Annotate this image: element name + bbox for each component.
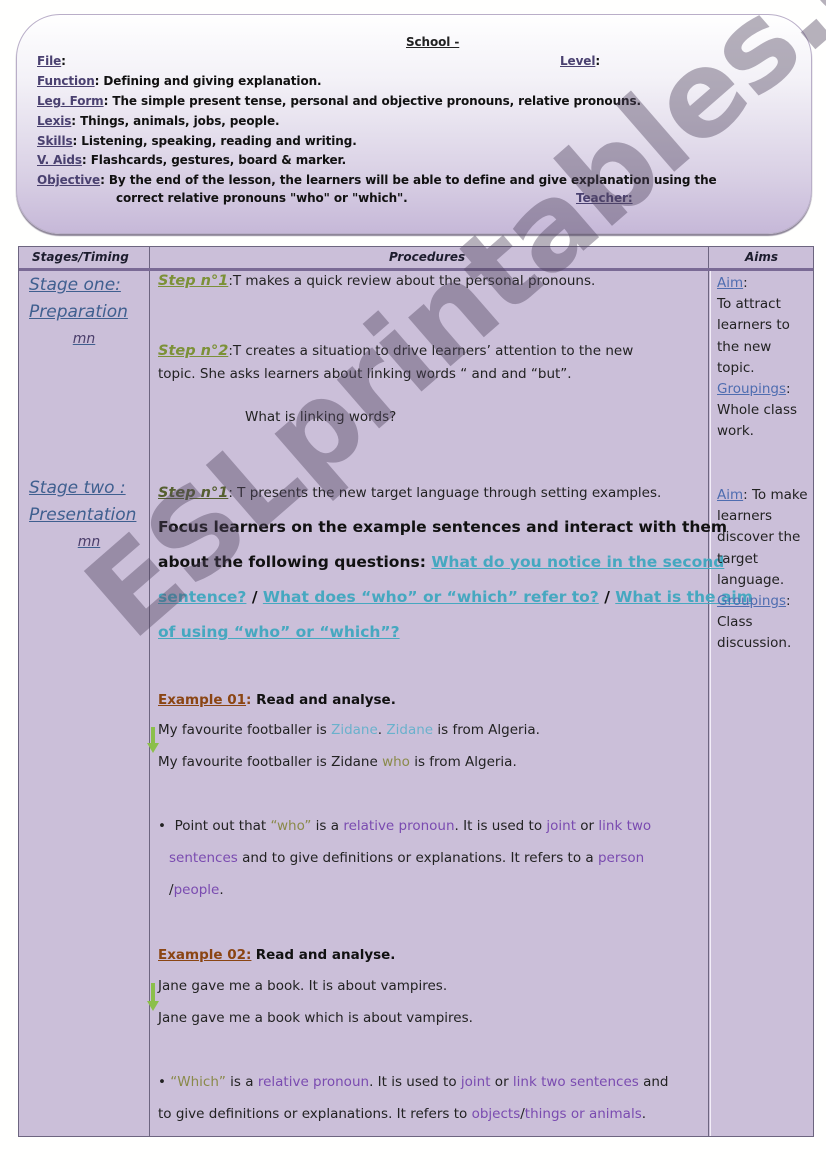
grouping-text: Whole class work. (717, 402, 798, 440)
example-01-sentence2: My favourite footballer is Zidane who is… (158, 754, 517, 770)
example-02-note: • “Which” is a relative pronoun. It is u… (158, 1074, 669, 1090)
example-01-sentence1: My favourite footballer is Zidane. Zidan… (158, 722, 540, 738)
example-label: Example 02: (158, 947, 252, 963)
teacher-label: Teacher: (576, 191, 633, 205)
lexis-value: Things, animals, jobs, people. (80, 114, 280, 128)
aim-label: Aim (717, 487, 744, 503)
leg-form-label: Leg. Form (37, 94, 104, 108)
step-text: : T presents the new target language thr… (228, 485, 662, 501)
function-row: Function: Defining and giving explanatio… (37, 74, 322, 88)
question-link[interactable]: of using “who” or “which”? (158, 623, 400, 641)
example-02-sentence2: Jane gave me a book which is about vampi… (158, 1010, 473, 1026)
bullet: • (158, 818, 166, 834)
stage1-step2-line2: topic. She asks learners about linking w… (158, 366, 572, 382)
lexis-label: Lexis (37, 114, 72, 128)
leg-form-value: The simple present tense, personal and o… (112, 94, 641, 108)
linking-words-question: What is linking words? (245, 409, 397, 425)
skills-row: Skills: Listening, speaking, reading and… (37, 134, 357, 148)
function-value: Defining and giving explanation. (103, 74, 322, 88)
v-aids-label: V. Aids (37, 153, 82, 167)
stage2-step1: Step n°1: T presents the new target lang… (158, 485, 661, 501)
question-link[interactable]: What does “who” or “which” refer to? (263, 588, 599, 606)
level-row: Level: (560, 54, 601, 68)
objective-line2: correct relative pronouns "who" or "whic… (116, 191, 408, 205)
column-header-aims: Aims (745, 250, 779, 264)
header-row-divider (19, 268, 813, 271)
skills-value: Listening, speaking, reading and writing… (81, 134, 357, 148)
v-aids-row: V. Aids: Flashcards, gestures, board & m… (37, 153, 347, 167)
stage-timing: mn (77, 534, 101, 550)
step-text: :T makes a quick review about the person… (228, 273, 596, 289)
focus-instruction-line2: about the following questions: What do y… (158, 553, 725, 571)
stage-title-line: Stage one: (29, 275, 121, 295)
objective-line1: By the end of the lesson, the learners w… (108, 173, 717, 187)
step-label: Step n°1 (158, 273, 229, 289)
example-label: Example 01 (158, 692, 247, 708)
level-label: Level (560, 54, 596, 68)
example-01-heading: Example 01: Read and analyse. (158, 692, 396, 708)
questions-line: sentence? / What does “who” or “which” r… (158, 588, 753, 606)
stage-title-line: Stage two : (29, 478, 126, 498)
step-text: :T creates a situation to drive learners… (228, 343, 634, 359)
example-02-heading: Example 02: Read and analyse. (158, 947, 396, 963)
stage-two-title: Stage two : Presentation mn (29, 475, 149, 556)
step-label: Step n°1 (158, 485, 229, 501)
stage-one-title: Stage one: Preparation mn (29, 272, 139, 353)
lexis-row: Lexis: Things, animals, jobs, people. (37, 114, 280, 128)
aims-stage-one: Aim: To attract learners to the new topi… (717, 275, 798, 440)
grouping-label: Groupings (717, 593, 787, 610)
example-01-note-line2: sentences and to give definitions or exp… (169, 850, 645, 866)
grouping-text: Class discussion. (717, 614, 792, 652)
column-header-stages: Stages/Timing (32, 250, 129, 264)
aim-text: To attract learners to the new topic. (717, 296, 790, 376)
aim-label: Aim (717, 275, 744, 291)
file-label: File (37, 54, 62, 68)
objective-label: Objective (37, 173, 101, 187)
column-divider (708, 247, 711, 1136)
stage-title-line: Preparation (29, 302, 128, 322)
file-row: File: (37, 54, 66, 68)
lesson-plan-table: Stages/Timing Procedures Aims Stage one:… (18, 246, 814, 1137)
skills-label: Skills (37, 134, 73, 148)
stage1-step1: Step n°1:T makes a quick review about th… (158, 273, 595, 289)
question-link[interactable]: What do you notice in the second (431, 553, 724, 571)
focus-instruction-line1: Focus learners on the example sentences … (158, 518, 728, 536)
aims-stage-two: Aim: To make learners discover the targe… (717, 487, 808, 652)
question-link[interactable]: sentence? (158, 588, 246, 606)
example-01-note: • Point out that “who” is a relative pro… (158, 818, 652, 834)
stage1-step2: Step n°2:T creates a situation to drive … (158, 343, 633, 359)
grouping-label: Groupings (717, 381, 787, 398)
questions-line: of using “who” or “which”? (158, 623, 400, 641)
leg-form-row: Leg. Form: The simple present tense, per… (37, 94, 641, 108)
function-label: Function (37, 74, 95, 88)
example-02-note-line2: to give definitions or explanations. It … (158, 1106, 647, 1122)
school-heading: School - (406, 35, 460, 49)
stage-title-line: Presentation (29, 505, 137, 525)
objective-row: Objective: By the end of the lesson, the… (37, 173, 717, 187)
bullet: • (158, 1074, 166, 1090)
example-01-note-line3: /people. (169, 882, 224, 898)
v-aids-value: Flashcards, gestures, board & marker. (90, 153, 347, 167)
step-label: Step n°2 (158, 343, 229, 359)
stage-timing: mn (72, 331, 96, 347)
column-header-procedures: Procedures (389, 250, 466, 264)
example-02-sentence1: Jane gave me a book. It is about vampire… (158, 978, 448, 994)
